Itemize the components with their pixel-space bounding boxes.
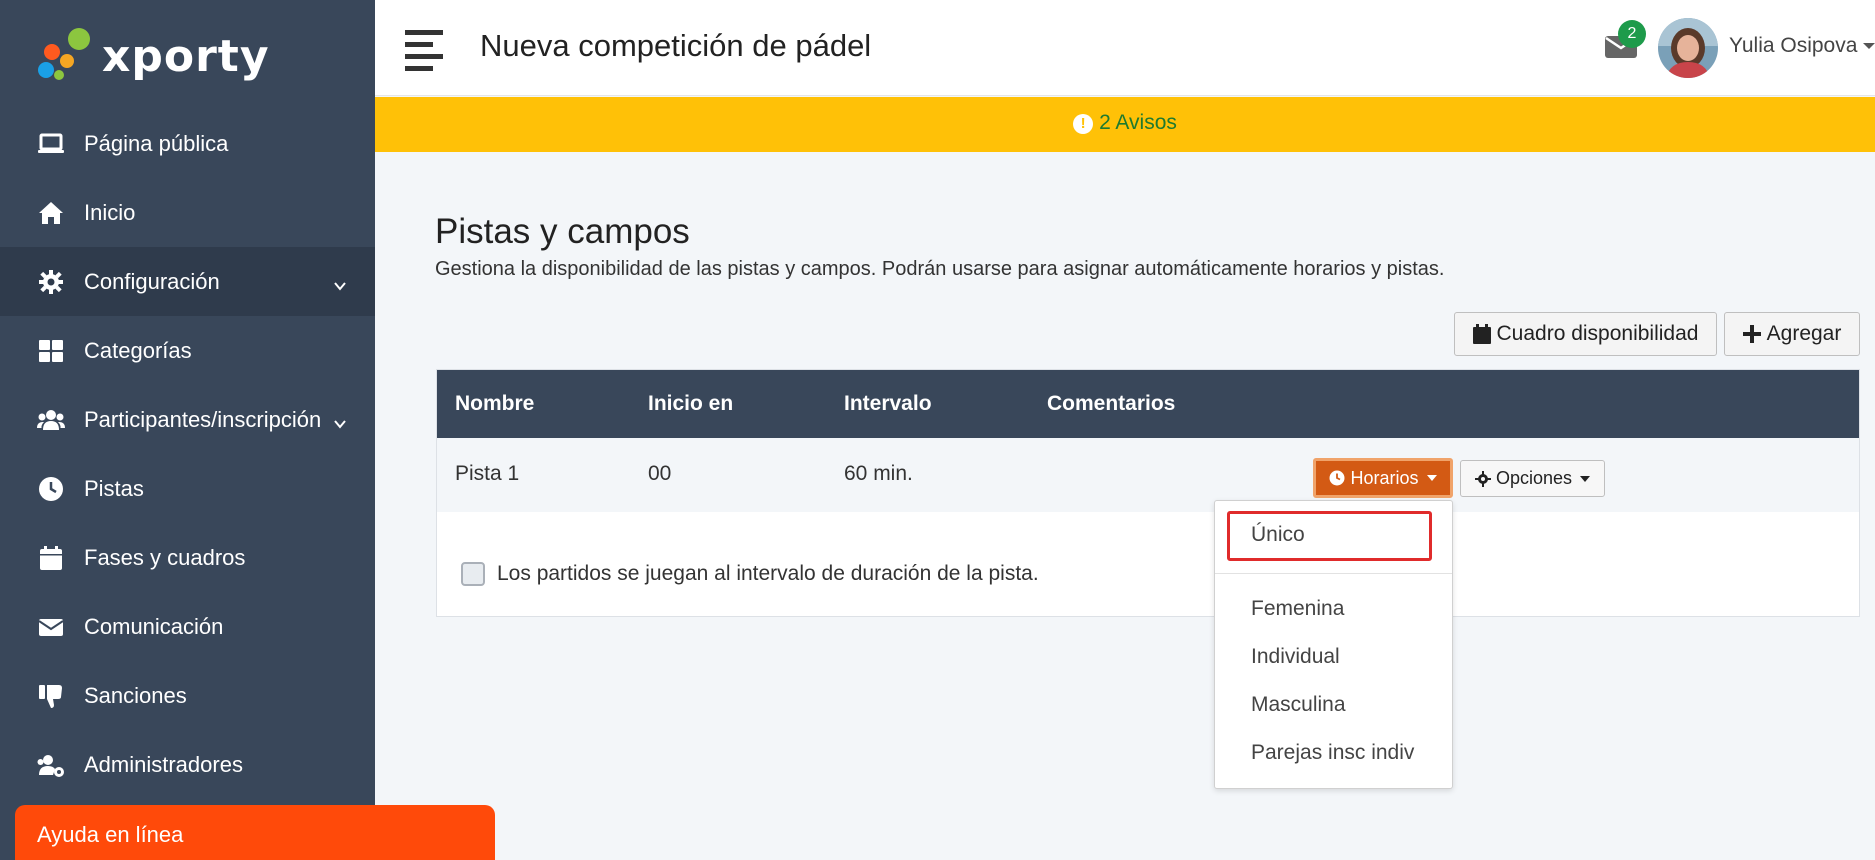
chevron-down-icon [333,411,347,429]
dropdown-item-unico[interactable]: Único [1251,523,1305,547]
menu-toggle-icon[interactable] [405,30,443,71]
users-icon [36,405,66,435]
sidebar-item-label: Participantes/inscripción [84,406,322,432]
sidebar-item-label: Sanciones [84,682,187,708]
add-button[interactable]: Agregar [1724,312,1860,356]
table-header: Nombre Inicio en Intervalo Comentarios [437,370,1859,438]
sidebar-item-pistas[interactable]: Pistas [0,454,375,523]
caret-down-icon [1580,475,1591,482]
calendar-icon [36,543,66,573]
sidebar-item-comunicacion[interactable]: Comunicación [0,592,375,661]
horarios-button-label: Horarios [1350,467,1419,488]
sidebar-item-fases-cuadros[interactable]: Fases y cuadros [0,523,375,592]
cell-nombre: Pista 1 [455,462,520,485]
interval-checkbox[interactable] [461,562,485,586]
plus-icon [1742,325,1761,343]
exclamation-circle-icon: ! [1073,114,1094,134]
user-name[interactable]: Yulia Osipova [1729,34,1857,58]
interval-checkbox-label: Los partidos se juegan al intervalo de d… [497,562,1039,585]
section-description: Gestiona la disponibilidad de las pistas… [435,258,1445,280]
column-header-intervalo: Intervalo [844,392,932,415]
add-button-label: Agregar [1766,322,1842,345]
calendar-icon [1472,324,1491,344]
chevron-down-icon [333,273,347,291]
gear-icon [36,267,66,297]
brand-logo[interactable]: xporty [38,28,270,84]
availability-button-label: Cuadro disponibilidad [1496,322,1699,345]
sidebar-item-label: Configuración [84,268,220,294]
column-header-comentarios: Comentarios [1047,392,1176,415]
sidebar-item-inicio[interactable]: Inicio [0,178,375,247]
sidebar-item-pagina-publica[interactable]: Página pública [0,109,375,178]
availability-button[interactable]: Cuadro disponibilidad [1454,312,1717,356]
user-avatar[interactable] [1658,18,1718,78]
courts-table: Nombre Inicio en Intervalo Comentarios P… [436,369,1860,617]
dropdown-item-individual[interactable]: Individual [1251,645,1340,669]
warning-text: 2 Avisos [1099,111,1177,134]
envelope-icon [36,612,66,642]
section-title: Pistas y campos [435,212,690,251]
laptop-icon [36,129,66,159]
caret-down-icon [1426,475,1437,481]
gear-icon [1474,470,1491,487]
sidebar-item-label: Pistas [84,475,144,501]
opciones-dropdown-button[interactable]: Opciones [1460,460,1605,497]
help-online-button[interactable]: Ayuda en línea [15,805,495,860]
mail-count-badge: 2 [1618,20,1646,48]
dropdown-divider [1215,573,1452,574]
cell-intervalo: 60 min. [844,462,913,485]
horarios-dropdown-button[interactable]: Horarios [1313,458,1453,498]
opciones-button-label: Opciones [1495,468,1573,488]
sidebar-item-administradores[interactable]: Administradores [0,730,375,799]
clock-icon [36,474,66,504]
dropdown-item-femenina[interactable]: Femenina [1251,597,1344,621]
clock-icon [1329,470,1345,486]
interval-checkbox-row[interactable]: Los partidos se juegan al intervalo de d… [461,562,1039,586]
sidebar-item-label: Administradores [84,751,243,777]
grid-icon [36,336,66,366]
caret-down-icon[interactable] [1863,43,1875,49]
sidebar: xporty Página pública Inicio Configuraci… [0,0,375,860]
top-header: Nueva competición de pádel 2 Yulia Osipo… [375,0,1875,96]
thumbs-down-icon [36,681,66,711]
sidebar-nav: Página pública Inicio Configuración Cate… [0,109,375,799]
dropdown-item-masculina[interactable]: Masculina [1251,693,1346,717]
sidebar-item-configuracion[interactable]: Configuración [0,247,375,316]
sidebar-item-participantes[interactable]: Participantes/inscripción [0,385,375,454]
column-header-nombre: Nombre [455,392,535,415]
sidebar-item-label: Página pública [84,130,229,156]
users-cog-icon [36,750,66,780]
page-title: Nueva competición de pádel [480,28,872,63]
logo-mark [38,28,94,84]
cell-inicio: 00 [648,462,672,485]
sidebar-item-label: Fases y cuadros [84,544,246,570]
warning-bar[interactable]: ! 2 Avisos [375,97,1875,152]
table-row: Pista 1 00 60 min. Horarios Opciones [437,438,1859,512]
dropdown-item-parejas[interactable]: Parejas insc indiv [1251,741,1414,765]
sidebar-item-label: Comunicación [84,613,224,639]
brand-name: xporty [102,30,270,82]
column-header-inicio: Inicio en [648,392,734,415]
sidebar-item-categorias[interactable]: Categorías [0,316,375,385]
horarios-dropdown-menu: Único Femenina Individual Masculina Pare… [1214,500,1453,789]
sidebar-item-label: Categorías [84,337,192,363]
home-icon [36,198,66,228]
sidebar-item-sanciones[interactable]: Sanciones [0,661,375,730]
sidebar-item-label: Inicio [84,199,136,225]
